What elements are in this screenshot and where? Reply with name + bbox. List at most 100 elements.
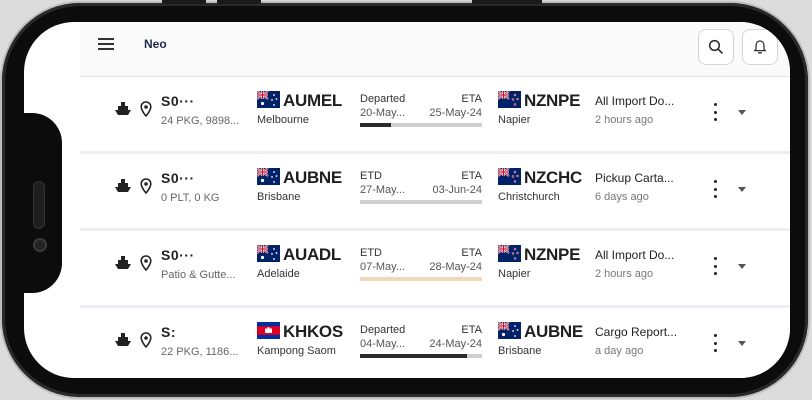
- latest-status: Pickup Carta... 6 days ago: [595, 171, 705, 203]
- origin-flag-icon: [257, 245, 280, 262]
- phone-button: [217, 0, 261, 4]
- origin-code: KHKOS: [283, 322, 343, 341]
- shipment-ref[interactable]: S0···: [161, 170, 195, 186]
- status-text: All Import Do...: [595, 248, 675, 262]
- shipment-list: S0··· 24 PKG, 9898... AUMEL Melbourne De…: [80, 77, 790, 378]
- progress-bar: [360, 354, 482, 358]
- origin-flag-icon: [257, 168, 280, 185]
- shipment-row[interactable]: S0··· Patio & Gutte... AUADL Adelaide ET…: [80, 231, 790, 308]
- destination-city: Brisbane: [498, 345, 542, 357]
- search-button[interactable]: [698, 29, 734, 65]
- phase-date: 20-May...: [360, 107, 406, 119]
- shipment-row[interactable]: S0··· 0 PLT, 0 KG AUBNE Brisbane ETD ETA…: [80, 154, 790, 231]
- origin-city: Adelaide: [257, 268, 300, 280]
- eta-label: ETA: [461, 324, 482, 336]
- location-pin-icon: [140, 101, 152, 117]
- app-brand[interactable]: Neo: [144, 37, 167, 51]
- eta-date: 25-May-24: [429, 107, 482, 119]
- eta-date: 28-May-24: [429, 261, 482, 273]
- destination-flag-icon: [498, 245, 521, 262]
- phase-date: 27-May...: [360, 184, 406, 196]
- ship-icon: [115, 333, 131, 346]
- progress-fill: [360, 123, 391, 127]
- phase-date: 07-May...: [360, 261, 406, 273]
- shipment-row[interactable]: S: 22 PKG, 1186... KHKOS Kampong Saom De…: [80, 308, 790, 378]
- origin-code: AUADL: [283, 245, 341, 264]
- more-options-icon[interactable]: [712, 257, 718, 275]
- shipment-summary: 24 PKG, 9898...: [161, 115, 240, 127]
- more-options-icon[interactable]: [712, 103, 718, 121]
- more-options-icon[interactable]: [712, 334, 718, 352]
- expand-chevron-icon[interactable]: [738, 264, 746, 269]
- ship-icon: [115, 102, 131, 115]
- eta-date: 24-May-24: [429, 338, 482, 350]
- shipment-ref[interactable]: S:: [161, 324, 176, 340]
- latest-status: All Import Do... 2 hours ago: [595, 248, 705, 280]
- destination-flag-icon: [498, 168, 521, 185]
- progress-bar: [360, 123, 482, 127]
- phone-camera: [33, 238, 47, 252]
- status-text: Cargo Report...: [595, 325, 678, 339]
- phone-button: [472, 0, 542, 4]
- app: Neo S0··· 24 PKG, 9898... AUMEL Melbourn…: [80, 22, 790, 378]
- transit-progress: Departed ETA 04-May... 24-May-24: [360, 324, 482, 358]
- progress-bar: [360, 277, 482, 281]
- phone-screen: Neo S0··· 24 PKG, 9898... AUMEL Melbourn…: [24, 22, 790, 378]
- menu-icon[interactable]: [98, 38, 114, 52]
- phase-date: 04-May...: [360, 338, 406, 350]
- latest-status: Cargo Report... a day ago: [595, 325, 705, 357]
- eta-label: ETA: [461, 247, 482, 259]
- transit-progress: ETD ETA 07-May... 28-May-24: [360, 247, 482, 281]
- shipment-ref[interactable]: S0···: [161, 247, 195, 263]
- location-pin-icon: [140, 332, 152, 348]
- eta-label: ETA: [461, 93, 482, 105]
- status-time: 2 hours ago: [595, 268, 654, 280]
- phone-button: [162, 0, 206, 4]
- shipment-row[interactable]: S0··· 24 PKG, 9898... AUMEL Melbourne De…: [80, 77, 790, 154]
- latest-status: All Import Do... 2 hours ago: [595, 94, 705, 126]
- origin-city: Melbourne: [257, 114, 309, 126]
- notifications-button[interactable]: [742, 29, 778, 65]
- top-bar: Neo: [80, 22, 790, 77]
- status-time: a day ago: [595, 345, 644, 357]
- phone-speaker: [33, 181, 45, 229]
- location-pin-icon: [140, 178, 152, 194]
- more-options-icon[interactable]: [712, 180, 718, 198]
- phase-label: Departed: [360, 324, 406, 336]
- destination-city: Napier: [498, 268, 531, 280]
- destination-flag-icon: [498, 322, 521, 339]
- ship-icon: [115, 256, 131, 269]
- mode-icons: [114, 332, 152, 348]
- shipment-summary: 22 PKG, 1186...: [161, 346, 239, 358]
- destination-city: Christchurch: [498, 191, 560, 203]
- origin-city: Brisbane: [257, 191, 301, 203]
- expand-chevron-icon[interactable]: [738, 110, 746, 115]
- expand-chevron-icon[interactable]: [738, 341, 746, 346]
- shipment-ref[interactable]: S0···: [161, 93, 195, 109]
- destination-flag-icon: [498, 91, 521, 108]
- shipment-summary: Patio & Gutte...: [161, 269, 236, 281]
- status-text: Pickup Carta...: [595, 171, 674, 185]
- transit-progress: ETD ETA 27-May... 03-Jun-24: [360, 170, 482, 204]
- origin-city: Kampong Saom: [257, 345, 336, 357]
- search-icon: [708, 39, 724, 55]
- destination-city: Napier: [498, 114, 531, 126]
- transit-progress: Departed ETA 20-May... 25-May-24: [360, 93, 482, 127]
- mode-icons: [114, 178, 152, 194]
- bell-icon: [753, 40, 767, 54]
- destination-code: AUBNE: [524, 322, 583, 341]
- phase-label: ETD: [360, 170, 382, 182]
- status-time: 2 hours ago: [595, 114, 654, 126]
- progress-fill: [360, 277, 482, 281]
- origin-flag-icon: [257, 91, 280, 108]
- shipment-summary: 0 PLT, 0 KG: [161, 192, 220, 204]
- eta-date: 03-Jun-24: [432, 184, 482, 196]
- destination-code: NZNPE: [524, 91, 581, 110]
- expand-chevron-icon[interactable]: [738, 187, 746, 192]
- origin-code: AUBNE: [283, 168, 342, 187]
- status-time: 6 days ago: [595, 191, 649, 203]
- destination-code: NZNPE: [524, 245, 581, 264]
- phone-frame: Neo S0··· 24 PKG, 9898... AUMEL Melbourn…: [2, 0, 808, 397]
- ship-icon: [115, 179, 131, 192]
- phase-label: ETD: [360, 247, 382, 259]
